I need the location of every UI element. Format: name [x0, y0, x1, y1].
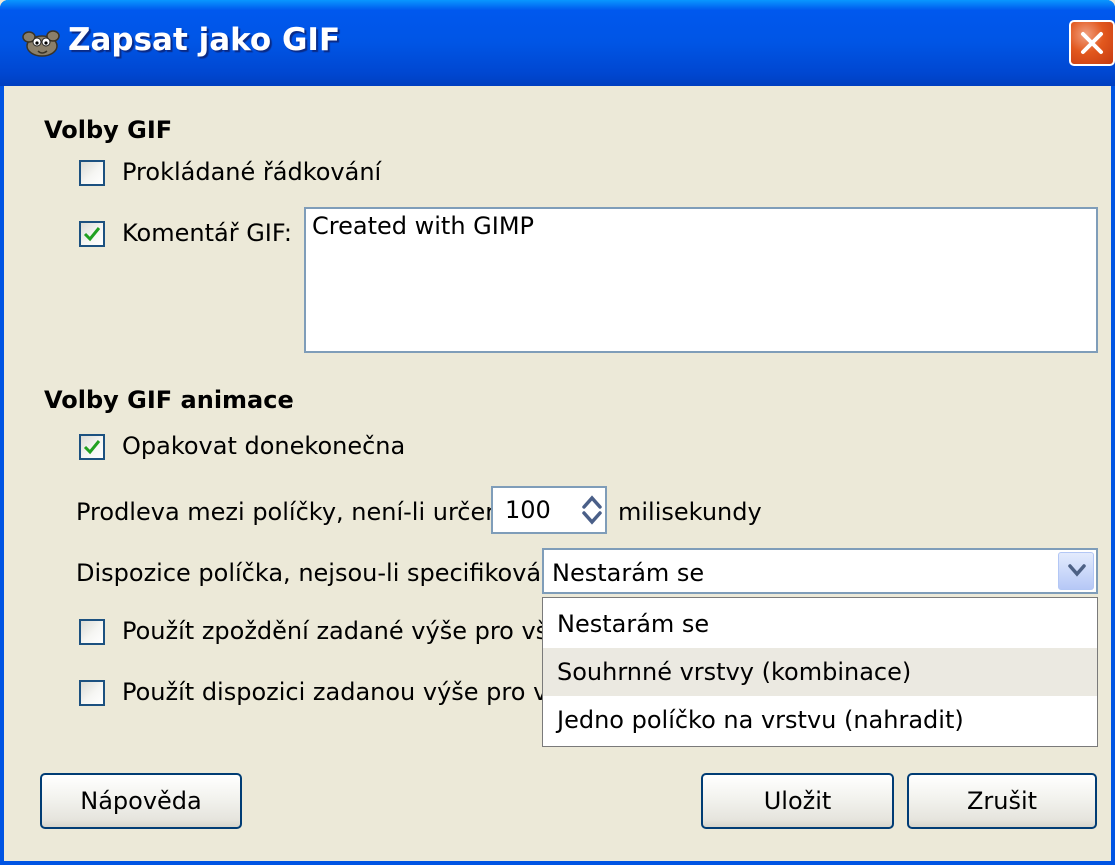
- comment-label[interactable]: Komentář GIF:: [122, 219, 292, 247]
- chevron-down-icon: [1068, 564, 1086, 577]
- disposal-combobox[interactable]: Nestarám se: [542, 548, 1098, 594]
- use-delay-all-checkbox[interactable]: [79, 619, 105, 645]
- disposal-selected-value: Nestarám se: [552, 559, 705, 587]
- cancel-button[interactable]: Zrušit: [907, 773, 1097, 829]
- animation-options-heading: Volby GIF animace: [44, 386, 294, 414]
- dropdown-option[interactable]: Souhrnné vrstvy (kombinace): [543, 648, 1097, 696]
- close-button[interactable]: [1069, 20, 1115, 66]
- gif-export-dialog: Zapsat jako GIF Volby GIF Prokládané řád…: [0, 0, 1115, 865]
- use-disposal-all-checkbox[interactable]: [79, 680, 105, 706]
- delay-spinbox[interactable]: [491, 486, 607, 534]
- checkmark-icon: [83, 227, 101, 242]
- comment-textarea[interactable]: Created with GIMP: [304, 207, 1098, 353]
- disposal-dropdown-list: Nestarám se Souhrnné vrstvy (kombinace) …: [542, 597, 1098, 747]
- delay-unit-label: milisekundy: [618, 498, 762, 526]
- comment-checkbox[interactable]: [79, 221, 105, 247]
- loop-checkbox[interactable]: [79, 434, 105, 460]
- dropdown-option[interactable]: Jedno políčko na vrstvu (nahradit): [543, 696, 1097, 744]
- interlace-checkbox[interactable]: [79, 160, 105, 186]
- interlace-label[interactable]: Prokládané řádkování: [122, 158, 381, 186]
- disposal-label: Dispozice políčka, nejsou-li specifiková…: [76, 559, 577, 587]
- loop-label[interactable]: Opakovat donekonečna: [122, 432, 405, 460]
- gif-options-heading: Volby GIF: [44, 116, 173, 144]
- window-title: Zapsat jako GIF: [68, 22, 341, 58]
- use-delay-all-label[interactable]: Použít zpoždění zadané výše pro všecl: [122, 617, 583, 645]
- gimp-wilber-icon: [22, 30, 60, 57]
- checkmark-icon: [83, 440, 101, 455]
- close-x-icon: [1081, 32, 1103, 54]
- save-button[interactable]: Uložit: [701, 773, 894, 829]
- combobox-dropdown-button[interactable]: [1058, 552, 1094, 590]
- spin-up-down-icon[interactable]: [581, 494, 603, 526]
- dropdown-option[interactable]: Nestarám se: [543, 600, 1097, 648]
- title-bar[interactable]: Zapsat jako GIF: [0, 0, 1115, 86]
- delay-label: Prodleva mezi políčky, není-li určena:: [76, 498, 524, 526]
- help-button[interactable]: Nápověda: [40, 773, 242, 829]
- use-disposal-all-label[interactable]: Použít dispozici zadanou výše pro všec: [122, 678, 588, 706]
- delay-input[interactable]: [493, 488, 573, 532]
